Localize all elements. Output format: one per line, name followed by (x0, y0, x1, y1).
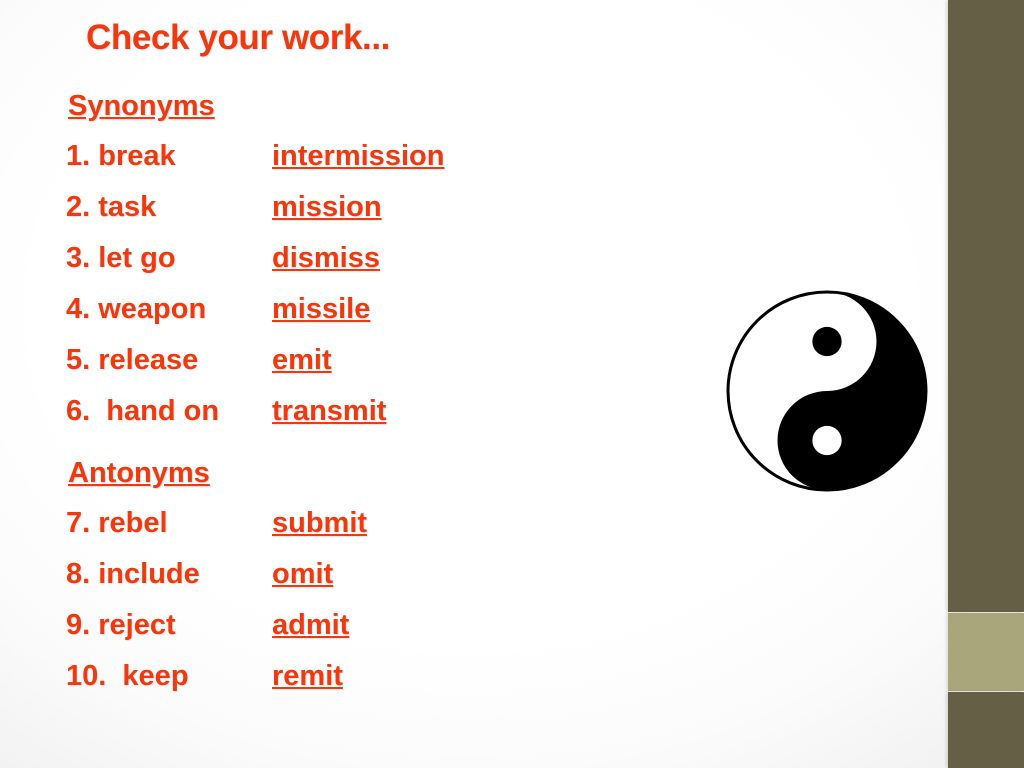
answer-label: missile (272, 293, 371, 325)
list-item: 9. reject admit (66, 600, 626, 651)
answer-label: omit (272, 558, 334, 590)
sidebar-bar-middle (948, 613, 1024, 691)
answer-label: mission (272, 191, 382, 223)
term-label: 5. release (66, 344, 199, 376)
term-label: 8. include (66, 558, 200, 590)
list-item: 7. rebel submit (66, 498, 626, 549)
answer-label: intermission (272, 140, 445, 172)
list-item: 1. break intermission (66, 131, 626, 182)
list-item: 8. include omit (66, 549, 626, 600)
answer-label: remit (272, 660, 343, 692)
answer-label: transmit (272, 395, 387, 427)
slide-title: Check your work... (86, 18, 391, 57)
list-item: 10. keep remit (66, 651, 626, 702)
list-item: 3. let go dismiss (66, 233, 626, 284)
term-label: 3. let go (66, 242, 176, 274)
term-label: 10. keep (66, 660, 189, 692)
list-item: 5. release emit (66, 335, 626, 386)
sidebar-bar-bottom (948, 692, 1024, 768)
term-label: 1. break (66, 140, 176, 172)
term-label: 4. weapon (66, 293, 207, 325)
slide-canvas: Check your work... Synonyms 1. break int… (0, 0, 1024, 768)
term-label: 9. reject (66, 609, 176, 641)
term-label: 7. rebel (66, 507, 168, 539)
section-heading-synonyms: Synonyms (68, 90, 215, 122)
sidebar-bar-top (948, 0, 1024, 612)
answer-label: emit (272, 344, 332, 376)
list-item: 2. task mission (66, 182, 626, 233)
list-item: 6. hand on transmit (66, 386, 626, 437)
yin-yang-icon (726, 290, 928, 492)
answer-label: dismiss (272, 242, 380, 274)
answer-label: admit (272, 609, 350, 641)
word-list: Synonyms 1. break intermission 2. task m… (66, 92, 626, 702)
section-heading-antonyms: Antonyms (68, 457, 210, 489)
answer-label: submit (272, 507, 368, 539)
term-label: 2. task (66, 191, 157, 223)
list-item: 4. weapon missile (66, 284, 626, 335)
term-label: 6. hand on (66, 395, 220, 427)
